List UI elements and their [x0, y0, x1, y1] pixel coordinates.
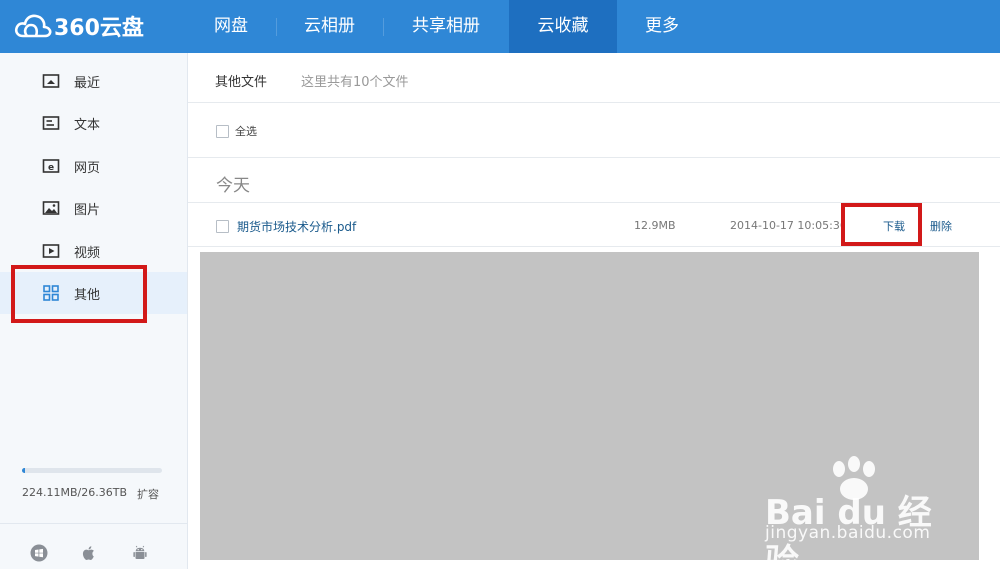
windows-icon[interactable]	[30, 544, 48, 562]
nav-tab-more[interactable]: 更多	[617, 0, 707, 53]
main-nav: 网盘 云相册 共享相册 云收藏 更多	[186, 0, 707, 53]
storage-progress-fill	[22, 468, 25, 473]
file-time: 2014-10-17 10:05:36	[730, 219, 842, 232]
file-name-link[interactable]: 期货市场技术分析.pdf	[237, 218, 356, 235]
nav-tab-netdisk[interactable]: 网盘	[186, 0, 276, 53]
app-logo[interactable]: 360云盘	[14, 10, 144, 42]
nav-tab-cloud-favorites[interactable]: 云收藏	[509, 0, 617, 53]
nav-tab-shared-album[interactable]: 共享相册	[383, 0, 509, 53]
storage-progress-bar	[22, 468, 162, 473]
video-icon	[42, 244, 60, 258]
select-all-checkbox[interactable]	[216, 125, 229, 138]
highlight-box-download	[841, 203, 922, 246]
image-icon	[42, 201, 60, 215]
android-icon[interactable]	[131, 544, 149, 562]
date-group-title: 今天	[216, 176, 250, 196]
baidu-jingyan-watermark: Bai du 经验 jingyan.baidu.com	[765, 455, 965, 569]
expand-storage-link[interactable]: 扩容	[137, 486, 159, 502]
apple-icon[interactable]	[80, 544, 98, 562]
file-checkbox[interactable]	[216, 220, 229, 233]
breadcrumb: 其他文件	[215, 75, 268, 90]
nav-tab-cloud-album[interactable]: 云相册	[276, 0, 383, 53]
sidebar-item-text[interactable]: 文本	[0, 102, 187, 144]
sidebar-item-recent[interactable]: 最近	[0, 60, 187, 102]
top-bar: 360云盘 网盘 云相册 共享相册 云收藏 更多	[0, 0, 1000, 53]
text-icon	[42, 116, 60, 130]
webpage-icon: e	[42, 159, 60, 173]
storage-usage-text: 224.11MB/26.36TB	[22, 486, 127, 499]
app-title: 360云盘	[54, 16, 144, 41]
watermark-url: jingyan.baidu.com	[765, 523, 931, 543]
cloud-logo-icon	[14, 14, 52, 38]
recent-icon	[42, 74, 60, 88]
sidebar-item-image[interactable]: 图片	[0, 187, 187, 229]
highlight-box-other	[11, 265, 147, 323]
select-all-label[interactable]: 全选	[235, 123, 257, 139]
sidebar-item-webpage[interactable]: e 网页	[0, 145, 187, 187]
row-divider	[188, 246, 1000, 247]
sidebar-divider	[0, 523, 187, 524]
toolbar-divider	[188, 157, 1000, 158]
delete-button[interactable]: 删除	[930, 218, 952, 234]
header-divider	[188, 102, 1000, 103]
file-count-text: 这里共有10个文件	[301, 75, 409, 90]
file-size: 12.9MB	[634, 219, 676, 232]
svg-text:e: e	[48, 163, 54, 173]
